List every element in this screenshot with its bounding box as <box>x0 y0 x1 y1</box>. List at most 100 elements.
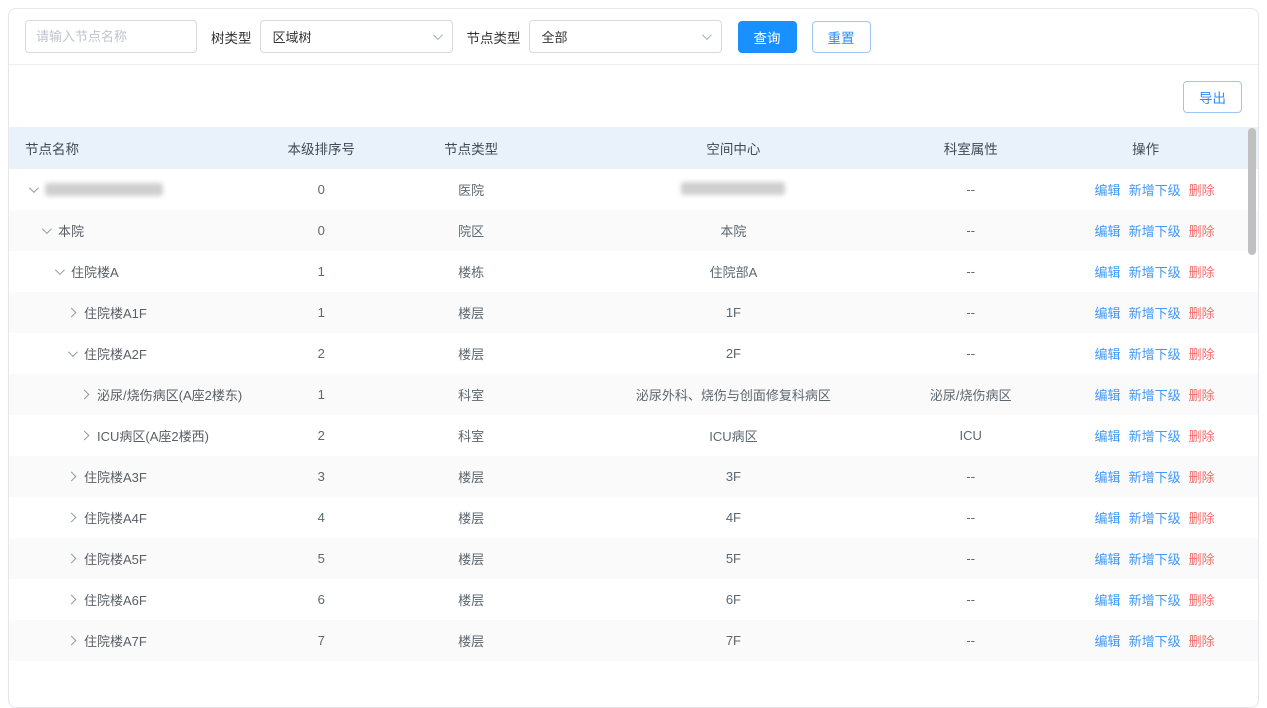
node-name: 住院楼A5F <box>84 549 147 568</box>
expand-icon[interactable] <box>80 431 90 441</box>
edit-link[interactable]: 编辑 <box>1095 306 1121 321</box>
search-button[interactable]: 查询 <box>738 21 797 53</box>
node-type-cell: 楼层 <box>384 538 559 579</box>
dept-attr-cell: -- <box>908 169 1033 210</box>
node-type-cell: 科室 <box>384 415 559 456</box>
collapse-icon[interactable] <box>29 183 39 193</box>
add-child-link[interactable]: 新增下级 <box>1129 429 1181 444</box>
edit-link[interactable]: 编辑 <box>1095 552 1121 567</box>
table-header-row: 节点名称 本级排序号 节点类型 空间中心 科室属性 操作 <box>9 127 1258 169</box>
delete-link[interactable]: 删除 <box>1189 183 1215 198</box>
delete-link[interactable]: 删除 <box>1189 593 1215 608</box>
actions-cell: 编辑新增下级删除 <box>1033 620 1258 661</box>
node-name-cell: 住院楼A5F <box>9 538 259 579</box>
delete-link[interactable]: 删除 <box>1189 347 1215 362</box>
collapse-icon[interactable] <box>42 224 52 234</box>
add-child-link[interactable]: 新增下级 <box>1129 552 1181 567</box>
delete-link[interactable]: 删除 <box>1189 552 1215 567</box>
reset-button[interactable]: 重置 <box>812 21 871 53</box>
delete-link[interactable]: 删除 <box>1189 511 1215 526</box>
node-name: 住院楼A1F <box>84 303 147 322</box>
add-child-link[interactable]: 新增下级 <box>1129 265 1181 280</box>
delete-link[interactable]: 删除 <box>1189 224 1215 239</box>
node-name-cell: 住院楼A6F <box>9 579 259 620</box>
table-row: 住院楼A6F6楼层6F--编辑新增下级删除 <box>9 579 1258 620</box>
expand-icon[interactable] <box>67 472 77 482</box>
node-name-cell: 泌尿/烧伤病区(A座2楼东) <box>9 374 259 415</box>
edit-link[interactable]: 编辑 <box>1095 347 1121 362</box>
space-center-cell: 本院 <box>559 210 909 251</box>
table-row: 住院楼A3F3楼层3F--编辑新增下级删除 <box>9 456 1258 497</box>
edit-link[interactable]: 编辑 <box>1095 593 1121 608</box>
space-center-cell: 泌尿外科、烧伤与创面修复科病区 <box>559 374 909 415</box>
delete-link[interactable]: 删除 <box>1189 429 1215 444</box>
add-child-link[interactable]: 新增下级 <box>1129 347 1181 362</box>
node-name-cell: 住院楼A2F <box>9 333 259 374</box>
dept-attr-cell: -- <box>908 497 1033 538</box>
delete-link[interactable]: 删除 <box>1189 306 1215 321</box>
node-name: 泌尿/烧伤病区(A座2楼东) <box>97 385 242 404</box>
space-center-cell: 4F <box>559 497 909 538</box>
column-header-node-type: 节点类型 <box>384 127 559 169</box>
export-button[interactable]: 导出 <box>1183 81 1242 113</box>
add-child-link[interactable]: 新增下级 <box>1129 388 1181 403</box>
redacted-node-name <box>45 183 163 196</box>
node-type-value: 全部 <box>542 27 568 46</box>
space-center-cell: 3F <box>559 456 909 497</box>
expand-icon[interactable] <box>67 554 77 564</box>
add-child-link[interactable]: 新增下级 <box>1129 634 1181 649</box>
actions-cell: 编辑新增下级删除 <box>1033 456 1258 497</box>
add-child-link[interactable]: 新增下级 <box>1129 224 1181 239</box>
edit-link[interactable]: 编辑 <box>1095 265 1121 280</box>
edit-link[interactable]: 编辑 <box>1095 634 1121 649</box>
expand-icon[interactable] <box>67 595 77 605</box>
node-type-cell: 医院 <box>384 169 559 210</box>
add-child-link[interactable]: 新增下级 <box>1129 593 1181 608</box>
collapse-icon[interactable] <box>68 347 78 357</box>
content-panel: 树类型 区域树 节点类型 全部 查询 重置 导出 节点名称 本级排序号 <box>8 8 1259 708</box>
dept-attr-cell: -- <box>908 292 1033 333</box>
add-child-link[interactable]: 新增下级 <box>1129 306 1181 321</box>
table-row: 住院楼A2F2楼层2F--编辑新增下级删除 <box>9 333 1258 374</box>
delete-link[interactable]: 删除 <box>1189 634 1215 649</box>
edit-link[interactable]: 编辑 <box>1095 470 1121 485</box>
expand-icon[interactable] <box>67 636 77 646</box>
delete-link[interactable]: 删除 <box>1189 388 1215 403</box>
add-child-link[interactable]: 新增下级 <box>1129 183 1181 198</box>
expand-icon[interactable] <box>67 513 77 523</box>
order-cell: 1 <box>259 374 384 415</box>
expand-icon[interactable] <box>67 308 77 318</box>
expand-icon[interactable] <box>80 390 90 400</box>
node-name: 住院楼A6F <box>84 590 147 609</box>
add-child-link[interactable]: 新增下级 <box>1129 511 1181 526</box>
node-type-cell: 院区 <box>384 210 559 251</box>
dept-attr-cell: -- <box>908 333 1033 374</box>
table-row: 住院楼A5F5楼层5F--编辑新增下级删除 <box>9 538 1258 579</box>
scrollbar-thumb[interactable] <box>1248 128 1256 255</box>
node-name-input[interactable] <box>25 20 197 53</box>
node-name-cell: 住院楼A1F <box>9 292 259 333</box>
dept-attr-cell: -- <box>908 251 1033 292</box>
actions-cell: 编辑新增下级删除 <box>1033 169 1258 210</box>
column-header-space-center: 空间中心 <box>559 127 909 169</box>
edit-link[interactable]: 编辑 <box>1095 388 1121 403</box>
node-type-select[interactable]: 全部 <box>529 20 722 53</box>
edit-link[interactable]: 编辑 <box>1095 224 1121 239</box>
actions-cell: 编辑新增下级删除 <box>1033 415 1258 456</box>
node-name: 住院楼A <box>71 262 119 281</box>
tree-type-select[interactable]: 区域树 <box>260 20 453 53</box>
edit-link[interactable]: 编辑 <box>1095 429 1121 444</box>
delete-link[interactable]: 删除 <box>1189 470 1215 485</box>
table-row: 住院楼A7F7楼层7F--编辑新增下级删除 <box>9 620 1258 661</box>
dept-attr-cell: -- <box>908 538 1033 579</box>
add-child-link[interactable]: 新增下级 <box>1129 470 1181 485</box>
edit-link[interactable]: 编辑 <box>1095 183 1121 198</box>
table-row: 0医院--编辑新增下级删除 <box>9 169 1258 210</box>
edit-link[interactable]: 编辑 <box>1095 511 1121 526</box>
dept-attr-cell: ICU <box>908 415 1033 456</box>
order-cell: 0 <box>259 169 384 210</box>
toolbar: 导出 <box>9 65 1258 127</box>
delete-link[interactable]: 删除 <box>1189 265 1215 280</box>
table-row: 住院楼A1楼栋住院部A--编辑新增下级删除 <box>9 251 1258 292</box>
collapse-icon[interactable] <box>55 265 65 275</box>
